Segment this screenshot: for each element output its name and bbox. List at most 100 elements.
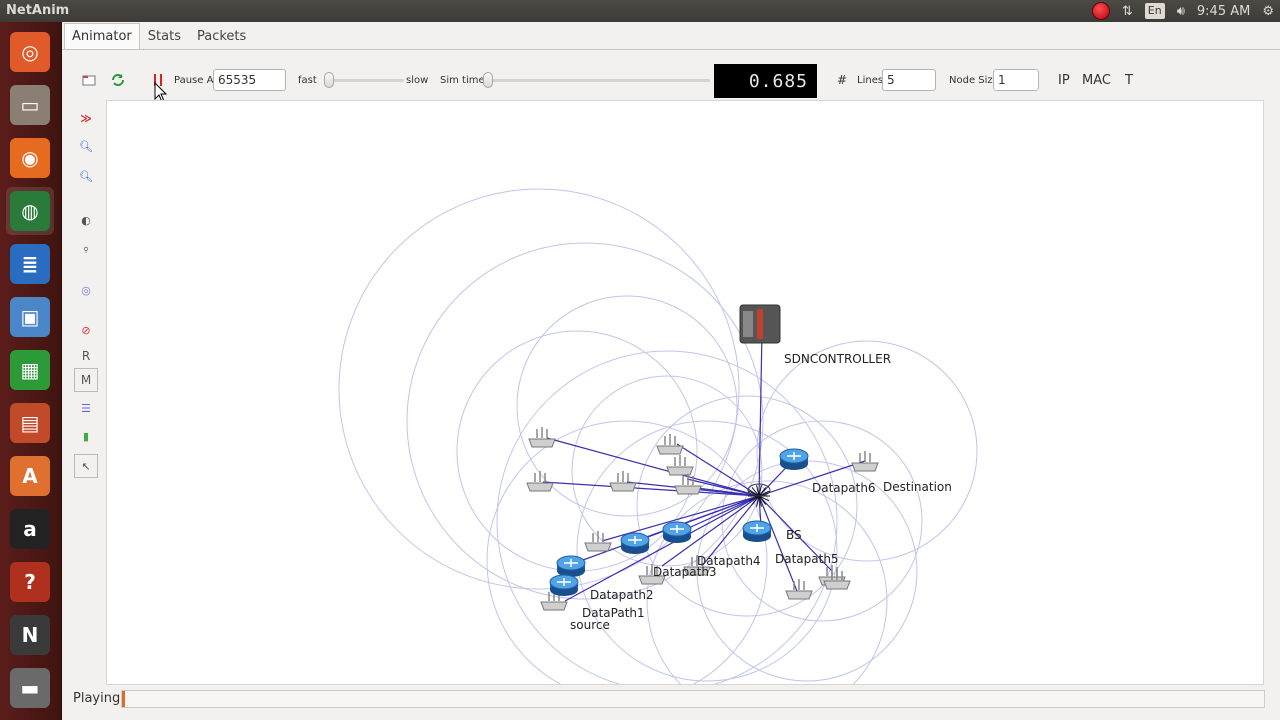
clock[interactable]: 9:45 AM — [1191, 0, 1256, 22]
calc-icon[interactable]: ▦ — [6, 346, 54, 394]
impress-icon-glyph: ▤ — [10, 403, 50, 443]
virtualbox-icon[interactable]: ▣ — [6, 293, 54, 341]
tab-packets[interactable]: Packets — [189, 23, 254, 49]
firefox-icon[interactable]: ◉ — [6, 134, 54, 182]
status-bar: Playing — [62, 686, 1280, 720]
software-center-icon[interactable]: A — [6, 452, 54, 500]
launcher: ◎ ▭ ◉ ◍ ≣ ▣ ▦ ▤ Aa? N ▬ — [0, 22, 62, 720]
keyboard-icon[interactable]: En — [1139, 0, 1171, 22]
trash-icon-glyph: ▬ — [10, 668, 50, 708]
reload-icon[interactable] — [108, 70, 128, 90]
router-icon — [742, 520, 772, 542]
controller-label: SDNCONTROLLER — [784, 352, 892, 366]
lines-label: Lines — [857, 74, 884, 86]
software-center-icon-glyph: A — [10, 456, 50, 496]
sim-time-display: 0.685 — [714, 64, 817, 98]
m-button[interactable]: M — [74, 368, 98, 392]
tab-animator[interactable]: Animator — [64, 23, 140, 49]
animation-canvas[interactable]: SDNCONTROLLER BS Datapath6 Destination D… — [106, 100, 1264, 685]
ap-body — [584, 542, 612, 552]
mobility-icon[interactable]: ⚲ — [74, 238, 98, 262]
globe-icon-glyph: ◍ — [10, 191, 50, 231]
fingerprint-icon[interactable]: ◎ — [74, 278, 98, 302]
calc-icon-glyph: ▦ — [10, 350, 50, 390]
disable-icon[interactable]: ⊘ — [74, 318, 98, 342]
animator-toolbar: Pause At 65535 fast slow Sim time 0.685 … — [62, 62, 1280, 103]
playback-progress — [121, 690, 1265, 708]
expand-icon[interactable]: ≫ — [74, 106, 98, 130]
ap-body — [851, 462, 879, 472]
open-file-icon[interactable] — [79, 70, 99, 90]
firefox-icon-glyph: ◉ — [10, 138, 50, 178]
globe-icon[interactable]: ◍ — [6, 187, 54, 235]
pause-at-input[interactable]: 65535 — [213, 69, 286, 91]
status-text: Playing — [73, 691, 121, 706]
zoom-in-icon[interactable]: 🔍︎ — [74, 134, 98, 158]
r-button[interactable]: R — [74, 344, 98, 368]
tab-bar: Animator Stats Packets — [62, 22, 1280, 50]
node-size-label: Node Size — [949, 74, 999, 86]
dash-icon[interactable]: ◎ — [6, 28, 54, 76]
background-image-icon[interactable]: ◐ — [74, 208, 98, 232]
volume-icon[interactable]: 🔊︎ — [1171, 0, 1191, 22]
sim-time-slider-handle[interactable] — [483, 72, 493, 88]
network-icon[interactable]: ⇅ — [1116, 0, 1139, 22]
terminal-icon[interactable]: N — [6, 611, 54, 659]
lines-spinbox[interactable]: 5 — [882, 69, 936, 91]
network-scene — [338, 188, 978, 684]
ap-body — [674, 485, 702, 495]
fast-label: fast — [298, 74, 317, 86]
amazon-icon[interactable]: a — [6, 505, 54, 553]
ap-body — [785, 590, 813, 600]
speed-slider-handle[interactable] — [324, 72, 334, 88]
settings-icon[interactable]: ⚙ — [1256, 0, 1280, 22]
files-icon[interactable]: ▭ — [6, 81, 54, 129]
ap-body — [528, 438, 556, 448]
speed-slider-track[interactable] — [324, 79, 404, 82]
access-point-icon — [674, 474, 702, 495]
ap-body — [609, 482, 637, 492]
sim-time-slider-track[interactable] — [484, 79, 710, 82]
ap-body — [526, 482, 554, 492]
writer-icon-glyph: ≣ — [10, 244, 50, 284]
impress-icon[interactable]: ▤ — [6, 399, 54, 447]
slow-label: slow — [406, 74, 429, 86]
ap-body — [666, 466, 694, 476]
access-point-icon — [785, 579, 813, 600]
pointer-icon[interactable]: ↖ — [74, 454, 98, 478]
mac-toggle[interactable]: MAC — [1082, 62, 1111, 98]
grid-icon[interactable]: # — [837, 62, 847, 98]
ap-body — [656, 445, 684, 455]
t-toggle[interactable]: T — [1125, 62, 1133, 98]
playback-progress-fill — [122, 691, 126, 707]
access-point-icon — [526, 471, 554, 492]
keyboard-layout: En — [1144, 3, 1165, 19]
battery-icon[interactable]: ▮ — [74, 424, 98, 448]
node-size-select[interactable]: 1 — [993, 69, 1039, 91]
access-point-icon — [584, 531, 612, 552]
controller-server-panel — [743, 311, 753, 337]
router-icon — [549, 574, 579, 596]
system-settings-icon[interactable]: ? — [6, 558, 54, 606]
router-icon — [779, 448, 809, 470]
list-icon[interactable]: ☰ — [74, 396, 98, 420]
range-circle — [496, 350, 838, 684]
writer-icon[interactable]: ≣ — [6, 240, 54, 288]
ip-toggle[interactable]: IP — [1058, 62, 1070, 98]
router-icon — [556, 555, 586, 577]
system-settings-icon-glyph: ? — [10, 562, 50, 602]
virtualbox-icon-glyph: ▣ — [10, 297, 50, 337]
window-title: NetAnim — [6, 3, 70, 18]
datapath3-label: Datapath3 — [653, 565, 717, 579]
datapath5-label: Datapath5 — [775, 552, 839, 566]
range-circle — [646, 480, 888, 684]
netanim-window: Animator Stats Packets Pause At 65535 fa… — [62, 22, 1280, 720]
amazon-icon-glyph: a — [10, 509, 50, 549]
zoom-out-icon[interactable]: 🔍︎ — [74, 164, 98, 188]
link-line — [546, 437, 760, 497]
trash-icon[interactable]: ▬ — [6, 664, 54, 712]
tab-stats[interactable]: Stats — [140, 23, 189, 49]
access-point-icon — [609, 471, 637, 492]
ap-body — [540, 601, 568, 611]
record-icon[interactable] — [1086, 0, 1116, 22]
